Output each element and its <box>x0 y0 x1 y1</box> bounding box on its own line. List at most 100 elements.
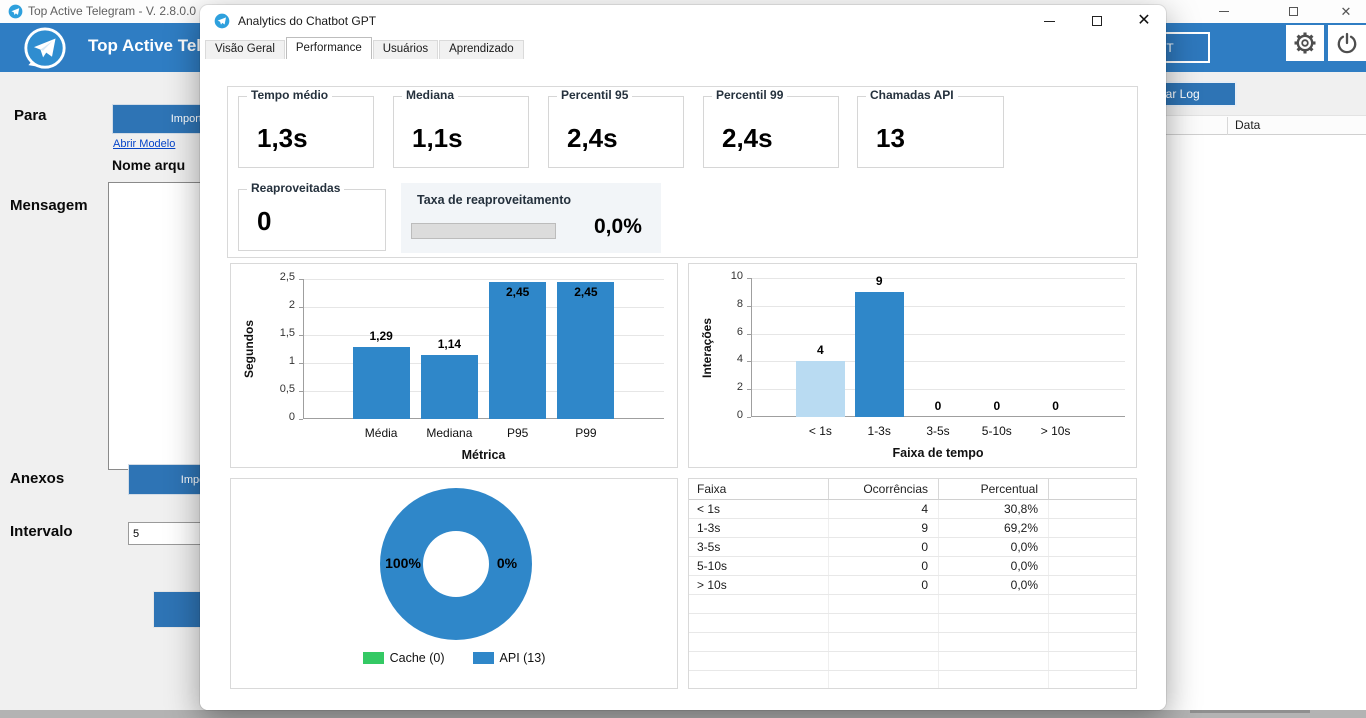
dialog-icon <box>214 13 230 29</box>
reuse-card: Reaproveitadas0 <box>238 189 386 251</box>
table-cell <box>939 671 1049 689</box>
metric-card: Chamadas API13 <box>857 96 1004 168</box>
table-empty-row <box>689 614 1136 633</box>
table-column-header[interactable]: Ocorrências <box>829 479 939 499</box>
y-tick-mark <box>299 419 303 420</box>
y-tick-label: 0 <box>255 411 295 423</box>
nome-arquivo-label: Nome arqu <box>112 157 185 173</box>
metric-value: 1,1s <box>412 123 463 154</box>
analytics-dialog: Analytics do Chatbot GPT ✕ Visão GeralPe… <box>200 5 1166 710</box>
legend-label: Cache (0) <box>390 651 445 665</box>
table-cell <box>1049 538 1136 556</box>
x-category-label: P99 <box>546 426 626 440</box>
data-column-header: Data <box>1235 118 1260 132</box>
table-cell <box>1049 671 1136 689</box>
legend-swatch <box>363 652 384 664</box>
settings-button[interactable] <box>1286 25 1324 61</box>
table-column-header[interactable]: Percentual <box>939 479 1049 499</box>
metric-label: Tempo médio <box>247 88 332 102</box>
tab-aprendizado[interactable]: Aprendizado <box>439 40 524 59</box>
table-cell <box>689 614 829 632</box>
bar-value-label: 2,45 <box>488 285 548 299</box>
maximize-icon <box>1092 16 1102 26</box>
table-empty-row <box>689 671 1136 689</box>
log-list-header[interactable]: Data <box>1140 115 1366 135</box>
y-tick-mark <box>747 417 751 418</box>
bar-value-label: 4 <box>790 343 850 357</box>
dialog-tabs: Visão GeralPerformanceUsuáriosAprendizad… <box>205 37 525 59</box>
dialog-minimize-button[interactable] <box>1032 9 1066 33</box>
table-row: 1-3s969,2% <box>689 519 1136 538</box>
table-column-header <box>1049 479 1136 499</box>
table-cell: 0,0% <box>939 557 1049 575</box>
metric-card: Mediana1,1s <box>393 96 529 168</box>
table-cell <box>829 614 939 632</box>
power-button[interactable] <box>1328 25 1366 61</box>
tab-visão-geral[interactable]: Visão Geral <box>205 40 285 59</box>
table-row: 5-10s00,0% <box>689 557 1136 576</box>
table-header-row: FaixaOcorrênciasPercentual <box>689 479 1136 500</box>
abrir-modelo-link[interactable]: Abrir Modelo <box>113 138 175 150</box>
y-tick-label: 0,5 <box>255 383 295 395</box>
table-cell <box>829 595 939 613</box>
metric-card: Percentil 952,4s <box>548 96 684 168</box>
table-cell <box>1049 500 1136 518</box>
table-cell <box>829 671 939 689</box>
bottom-strip <box>0 710 1366 718</box>
main-minimize-button[interactable] <box>1209 0 1239 22</box>
telegram-logo <box>20 26 70 72</box>
table-column-header[interactable]: Faixa <box>689 479 829 499</box>
tab-usuários[interactable]: Usuários <box>373 40 438 59</box>
table-cell <box>1049 595 1136 613</box>
reuse-rate-label: Taxa de reaproveitamento <box>417 193 571 207</box>
dialog-close-button[interactable]: ✕ <box>1127 9 1161 33</box>
bar <box>855 292 904 417</box>
metric-label: Percentil 99 <box>712 88 787 102</box>
tab-performance[interactable]: Performance <box>286 37 372 59</box>
reuse-rate-panel: Taxa de reaproveitamento 0,0% <box>401 183 661 253</box>
y-tick-label: 8 <box>703 298 743 310</box>
donut-hole <box>423 531 489 597</box>
table-cell: 0 <box>829 538 939 556</box>
legend-item: Cache (0) <box>363 651 445 665</box>
reuse-rate-value: 0,0% <box>594 215 642 239</box>
gear-icon <box>1293 31 1317 55</box>
table-cell <box>1049 519 1136 537</box>
metric-label: Chamadas API <box>866 88 958 102</box>
table-cell <box>939 595 1049 613</box>
table-cell <box>689 652 829 670</box>
legend-item: API (13) <box>473 651 546 665</box>
table-cell: 4 <box>829 500 939 518</box>
main-window-title: Top Active Telegram - V. 2.8.0.0 <box>28 4 196 18</box>
table-cell <box>939 652 1049 670</box>
table-cell: 9 <box>829 519 939 537</box>
metric-label: Percentil 95 <box>557 88 632 102</box>
table-cell <box>689 671 829 689</box>
bar <box>421 355 478 419</box>
bar-value-label: 1,14 <box>419 337 479 351</box>
dialog-maximize-button[interactable] <box>1080 9 1114 33</box>
metric-card: Percentil 992,4s <box>703 96 839 168</box>
bar-value-label: 0 <box>1026 399 1086 413</box>
table-empty-row <box>689 595 1136 614</box>
table-empty-row <box>689 633 1136 652</box>
table-cell: 0,0% <box>939 576 1049 594</box>
table-cell <box>939 633 1049 651</box>
donut-legend: Cache (0) API (13) <box>231 651 677 665</box>
legend-swatch <box>473 652 494 664</box>
table-empty-row <box>689 652 1136 671</box>
metric-label: Reaproveitadas <box>247 181 344 195</box>
close-icon: ✕ <box>1137 13 1150 29</box>
y-tick-label: 2 <box>255 299 295 311</box>
bar <box>353 347 410 419</box>
table-cell <box>1049 576 1136 594</box>
table-cell <box>829 652 939 670</box>
legend-label: API (13) <box>500 651 546 665</box>
main-close-button[interactable]: ✕ <box>1331 0 1361 22</box>
metric-card: Tempo médio1,3s <box>238 96 374 168</box>
x-axis-label: Métrica <box>414 448 554 462</box>
table-cell: > 10s <box>689 576 829 594</box>
main-maximize-button[interactable] <box>1278 0 1308 22</box>
y-tick-label: 1 <box>255 355 295 367</box>
bar-value-label: 0 <box>967 399 1027 413</box>
